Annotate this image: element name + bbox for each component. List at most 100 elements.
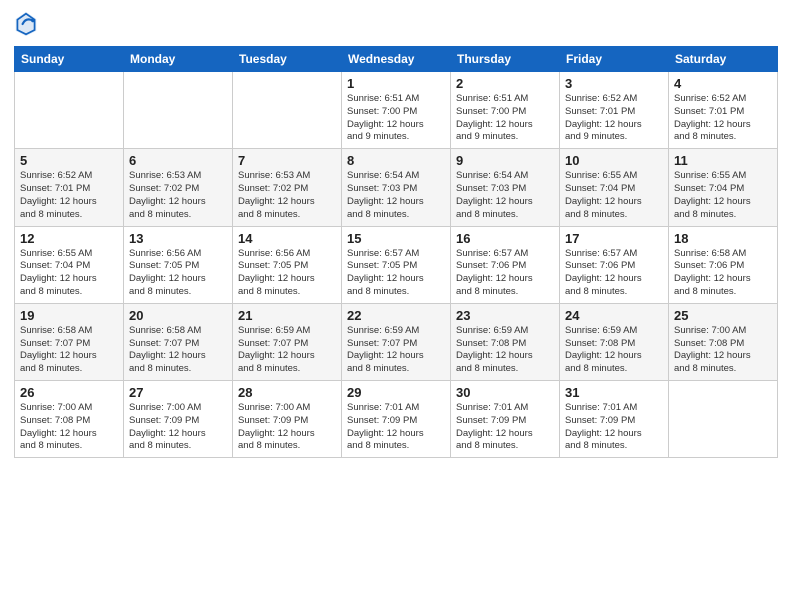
day-number: 28 <box>238 385 336 400</box>
day-number: 15 <box>347 231 445 246</box>
day-info: Sunrise: 6:52 AM Sunset: 7:01 PM Dayligh… <box>20 170 118 221</box>
day-info: Sunrise: 6:55 AM Sunset: 7:04 PM Dayligh… <box>674 170 772 221</box>
day-number: 1 <box>347 76 445 91</box>
day-cell: 26Sunrise: 7:00 AM Sunset: 7:08 PM Dayli… <box>15 381 124 458</box>
day-number: 3 <box>565 76 663 91</box>
day-cell: 4Sunrise: 6:52 AM Sunset: 7:01 PM Daylig… <box>669 72 778 149</box>
day-number: 16 <box>456 231 554 246</box>
weekday-saturday: Saturday <box>669 47 778 72</box>
day-number: 19 <box>20 308 118 323</box>
day-number: 23 <box>456 308 554 323</box>
day-info: Sunrise: 7:00 AM Sunset: 7:09 PM Dayligh… <box>238 402 336 453</box>
day-cell: 7Sunrise: 6:53 AM Sunset: 7:02 PM Daylig… <box>233 149 342 226</box>
day-number: 24 <box>565 308 663 323</box>
day-number: 18 <box>674 231 772 246</box>
day-cell: 14 Sunrise: 6:56 AM Sunset: 7:05 PM Dayli… <box>233 226 342 303</box>
day-cell: 11Sunrise: 6:55 AM Sunset: 7:04 PM Dayli… <box>669 149 778 226</box>
day-cell: 19 Sunrise: 6:58 AM Sunset: 7:07 PM Dayli… <box>15 303 124 380</box>
day-number: 9 <box>456 153 554 168</box>
weekday-header-row: SundayMondayTuesdayWednesdayThursdayFrid… <box>15 47 778 72</box>
day-info: Sunrise: 6:54 AM Sunset: 7:03 PM Dayligh… <box>456 170 554 221</box>
day-info: Sunrise: 6:51 AM Sunset: 7:00 PM Dayligh… <box>456 93 554 144</box>
day-number: 22 <box>347 308 445 323</box>
day-cell: 17 Sunrise: 6:57 AM Sunset: 7:06 PM Dayli… <box>560 226 669 303</box>
day-info: Sunrise: 6:55 AM Sunset: 7:04 PM Dayligh… <box>565 170 663 221</box>
day-cell: 15 Sunrise: 6:57 AM Sunset: 7:05 PM Dayli… <box>342 226 451 303</box>
weekday-friday: Friday <box>560 47 669 72</box>
weekday-thursday: Thursday <box>451 47 560 72</box>
day-info: Sunrise: 7:01 AM Sunset: 7:09 PM Dayligh… <box>347 402 445 453</box>
day-cell: 9 Sunrise: 6:54 AM Sunset: 7:03 PM Daylig… <box>451 149 560 226</box>
day-cell: 2 Sunrise: 6:51 AM Sunset: 7:00 PM Daylig… <box>451 72 560 149</box>
day-info: Sunrise: 6:56 AM Sunset: 7:05 PM Dayligh… <box>129 248 227 299</box>
day-cell: 23 Sunrise: 6:59 AM Sunset: 7:08 PM Dayli… <box>451 303 560 380</box>
day-info: Sunrise: 6:53 AM Sunset: 7:02 PM Dayligh… <box>238 170 336 221</box>
day-info: Sunrise: 6:55 AM Sunset: 7:04 PM Dayligh… <box>20 248 118 299</box>
day-cell <box>669 381 778 458</box>
day-number: 17 <box>565 231 663 246</box>
day-cell: 18 Sunrise: 6:58 AM Sunset: 7:06 PM Dayli… <box>669 226 778 303</box>
day-number: 8 <box>347 153 445 168</box>
day-cell: 27 Sunrise: 7:00 AM Sunset: 7:09 PM Dayli… <box>124 381 233 458</box>
day-cell: 3 Sunrise: 6:52 AM Sunset: 7:01 PM Daylig… <box>560 72 669 149</box>
day-cell: 25 Sunrise: 7:00 AM Sunset: 7:08 PM Dayli… <box>669 303 778 380</box>
day-cell: 8Sunrise: 6:54 AM Sunset: 7:03 PM Daylig… <box>342 149 451 226</box>
day-number: 21 <box>238 308 336 323</box>
day-info: Sunrise: 6:52 AM Sunset: 7:01 PM Dayligh… <box>674 93 772 144</box>
day-number: 29 <box>347 385 445 400</box>
day-info: Sunrise: 6:57 AM Sunset: 7:06 PM Dayligh… <box>456 248 554 299</box>
logo <box>14 10 42 38</box>
day-cell: 5 Sunrise: 6:52 AM Sunset: 7:01 PM Daylig… <box>15 149 124 226</box>
day-info: Sunrise: 6:58 AM Sunset: 7:06 PM Dayligh… <box>674 248 772 299</box>
weekday-sunday: Sunday <box>15 47 124 72</box>
day-number: 27 <box>129 385 227 400</box>
page: SundayMondayTuesdayWednesdayThursdayFrid… <box>0 0 792 612</box>
day-info: Sunrise: 6:57 AM Sunset: 7:05 PM Dayligh… <box>347 248 445 299</box>
day-cell: 6 Sunrise: 6:53 AM Sunset: 7:02 PM Daylig… <box>124 149 233 226</box>
day-number: 6 <box>129 153 227 168</box>
day-info: Sunrise: 6:51 AM Sunset: 7:00 PM Dayligh… <box>347 93 445 144</box>
day-cell <box>124 72 233 149</box>
day-number: 26 <box>20 385 118 400</box>
logo-icon <box>14 10 38 38</box>
day-cell: 29 Sunrise: 7:01 AM Sunset: 7:09 PM Dayli… <box>342 381 451 458</box>
day-info: Sunrise: 7:00 AM Sunset: 7:09 PM Dayligh… <box>129 402 227 453</box>
day-info: Sunrise: 6:56 AM Sunset: 7:05 PM Dayligh… <box>238 248 336 299</box>
day-info: Sunrise: 6:59 AM Sunset: 7:07 PM Dayligh… <box>238 325 336 376</box>
day-info: Sunrise: 6:58 AM Sunset: 7:07 PM Dayligh… <box>129 325 227 376</box>
week-row-2: 5 Sunrise: 6:52 AM Sunset: 7:01 PM Daylig… <box>15 149 778 226</box>
day-cell: 22Sunrise: 6:59 AM Sunset: 7:07 PM Dayli… <box>342 303 451 380</box>
day-cell: 12 Sunrise: 6:55 AM Sunset: 7:04 PM Dayli… <box>15 226 124 303</box>
day-number: 5 <box>20 153 118 168</box>
day-info: Sunrise: 6:59 AM Sunset: 7:08 PM Dayligh… <box>565 325 663 376</box>
day-cell: 21 Sunrise: 6:59 AM Sunset: 7:07 PM Dayli… <box>233 303 342 380</box>
weekday-wednesday: Wednesday <box>342 47 451 72</box>
week-row-5: 26Sunrise: 7:00 AM Sunset: 7:08 PM Dayli… <box>15 381 778 458</box>
day-cell <box>15 72 124 149</box>
day-cell: 13 Sunrise: 6:56 AM Sunset: 7:05 PM Dayli… <box>124 226 233 303</box>
weekday-monday: Monday <box>124 47 233 72</box>
day-info: Sunrise: 6:53 AM Sunset: 7:02 PM Dayligh… <box>129 170 227 221</box>
day-info: Sunrise: 6:52 AM Sunset: 7:01 PM Dayligh… <box>565 93 663 144</box>
week-row-1: 1 Sunrise: 6:51 AM Sunset: 7:00 PM Daylig… <box>15 72 778 149</box>
day-cell: 20Sunrise: 6:58 AM Sunset: 7:07 PM Dayli… <box>124 303 233 380</box>
day-number: 13 <box>129 231 227 246</box>
day-cell: 24 Sunrise: 6:59 AM Sunset: 7:08 PM Dayli… <box>560 303 669 380</box>
day-number: 25 <box>674 308 772 323</box>
day-number: 14 <box>238 231 336 246</box>
day-cell: 1 Sunrise: 6:51 AM Sunset: 7:00 PM Daylig… <box>342 72 451 149</box>
day-info: Sunrise: 6:57 AM Sunset: 7:06 PM Dayligh… <box>565 248 663 299</box>
day-info: Sunrise: 7:00 AM Sunset: 7:08 PM Dayligh… <box>674 325 772 376</box>
day-info: Sunrise: 7:01 AM Sunset: 7:09 PM Dayligh… <box>565 402 663 453</box>
calendar: SundayMondayTuesdayWednesdayThursdayFrid… <box>14 46 778 458</box>
week-row-4: 19 Sunrise: 6:58 AM Sunset: 7:07 PM Dayli… <box>15 303 778 380</box>
day-cell <box>233 72 342 149</box>
day-number: 30 <box>456 385 554 400</box>
day-info: Sunrise: 6:59 AM Sunset: 7:08 PM Dayligh… <box>456 325 554 376</box>
header <box>14 10 778 38</box>
day-number: 10 <box>565 153 663 168</box>
day-number: 12 <box>20 231 118 246</box>
day-info: Sunrise: 6:58 AM Sunset: 7:07 PM Dayligh… <box>20 325 118 376</box>
day-number: 2 <box>456 76 554 91</box>
weekday-tuesday: Tuesday <box>233 47 342 72</box>
